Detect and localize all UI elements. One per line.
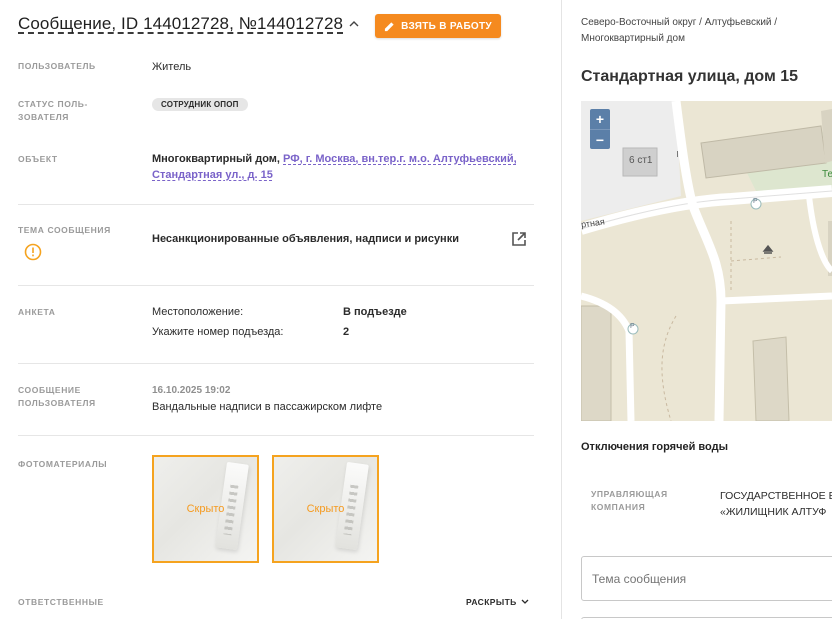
map[interactable]: 6 ст1 ртная P P Те + −	[581, 101, 832, 421]
status-badge: СОТРУДНИК ОПОП	[152, 98, 248, 111]
management-company-label: УПРАВЛЯЮЩАЯ КОМПАНИЯ	[591, 488, 668, 514]
zoom-in-button[interactable]: +	[590, 109, 610, 129]
object-info-panel: Северо-Восточный округ / Алтуфьевский / …	[563, 0, 832, 619]
map-canvas	[581, 101, 832, 421]
breadcrumb: Северо-Восточный округ / Алтуфьевский / …	[581, 15, 821, 47]
object-type: Многоквартирный дом,	[152, 153, 280, 165]
photo-thumbnail[interactable]: Скрыто	[152, 455, 259, 563]
map-zoom-controls: + −	[590, 109, 610, 149]
chevron-down-icon	[521, 599, 529, 604]
zoom-out-button[interactable]: −	[590, 129, 610, 149]
message-date: 16.10.2025 19:02	[152, 385, 231, 396]
take-to-work-label: ВЗЯТЬ В РАБОТУ	[401, 20, 492, 32]
management-company-value: ГОСУДАРСТВЕННОЕ Б «ЖИЛИЩНИК АЛТУФ	[720, 488, 832, 520]
chevron-up-icon[interactable]	[349, 19, 359, 29]
topic-label: ТЕМА СООБЩЕНИЯ	[18, 225, 111, 235]
divider	[18, 204, 534, 205]
photo-hidden-label: Скрыто	[306, 503, 345, 515]
management-company-label-line2: КОМПАНИЯ	[591, 502, 646, 512]
title-row[interactable]: Сообщение, ID 144012728, №144012728	[18, 14, 359, 34]
page-title[interactable]: Сообщение, ID 144012728, №144012728	[18, 14, 343, 34]
message-details-panel: Сообщение, ID 144012728, №144012728 ВЗЯТ…	[0, 0, 562, 619]
survey-answer: 2	[343, 326, 350, 338]
user-status-label-line1: СТАТУС ПОЛЬ-	[18, 99, 88, 109]
topic-value: Несанкционированные объявления, надписи …	[152, 233, 459, 245]
management-company-line1: ГОСУДАРСТВЕННОЕ Б	[720, 490, 832, 502]
survey-label: АНКЕТА	[18, 307, 56, 317]
map-building-label: 6 ст1	[629, 155, 653, 166]
user-value: Житель	[152, 61, 192, 73]
object-label: ОБЪЕКТ	[18, 154, 58, 164]
user-status-label-line2: ЗОВАТЕЛЯ	[18, 112, 69, 122]
map-parking-icon: P	[630, 323, 635, 330]
divider	[18, 363, 534, 364]
user-label: ПОЛЬЗОВАТЕЛЬ	[18, 61, 96, 71]
object-address-link-2[interactable]: Стандартная ул., д. 15	[152, 169, 273, 181]
expand-label: РАСКРЫТЬ	[466, 597, 517, 607]
user-message-label-line2: ПОЛЬЗОВАТЕЛЯ	[18, 398, 96, 408]
divider	[18, 285, 534, 286]
management-company-line2: «ЖИЛИЩНИК АЛТУФ	[720, 506, 827, 518]
user-message-label: СООБЩЕНИЕ ПОЛЬЗОВАТЕЛЯ	[18, 384, 96, 410]
object-value: Многоквартирный дом, РФ, г. Москва, вн.т…	[152, 151, 522, 183]
take-to-work-button[interactable]: ВЗЯТЬ В РАБОТУ	[375, 14, 501, 38]
object-address-title: Стандартная улица, дом 15	[581, 68, 799, 85]
divider	[18, 435, 534, 436]
warning-icon	[24, 243, 42, 261]
map-poi-label: Те	[822, 169, 832, 180]
pencil-icon	[384, 21, 394, 31]
message-subject-input[interactable]	[581, 556, 832, 601]
external-link-icon[interactable]	[511, 231, 527, 247]
management-company-label-line1: УПРАВЛЯЮЩАЯ	[591, 489, 668, 499]
map-parking-icon: P	[753, 198, 758, 205]
expand-button[interactable]: РАСКРЫТЬ	[466, 597, 529, 607]
breadcrumb-line1[interactable]: Северо-Восточный округ / Алтуфьевский /	[581, 15, 821, 31]
hot-water-outage-title: Отключения горячей воды	[581, 441, 728, 453]
photos-label: ФОТОМАТЕРИАЛЫ	[18, 459, 108, 469]
survey-question: Местоположение:	[152, 306, 244, 318]
user-message-label-line1: СООБЩЕНИЕ	[18, 385, 81, 395]
responsible-label: ОТВЕТСТВЕННЫЕ	[18, 597, 104, 607]
user-status-label: СТАТУС ПОЛЬ- ЗОВАТЕЛЯ	[18, 98, 88, 124]
survey-answer: В подъезде	[343, 306, 407, 318]
survey-question: Укажите номер подъезда:	[152, 326, 284, 338]
message-text: Вандальные надписи в пассажирском лифте	[152, 401, 383, 413]
object-address-link[interactable]: РФ, г. Москва, вн.тер.г. м.о. Алтуфьевск…	[283, 153, 517, 165]
breadcrumb-line2[interactable]: Многоквартирный дом	[581, 31, 821, 47]
photo-hidden-label: Скрыто	[186, 503, 225, 515]
photo-thumbnail[interactable]: Скрыто	[272, 455, 379, 563]
